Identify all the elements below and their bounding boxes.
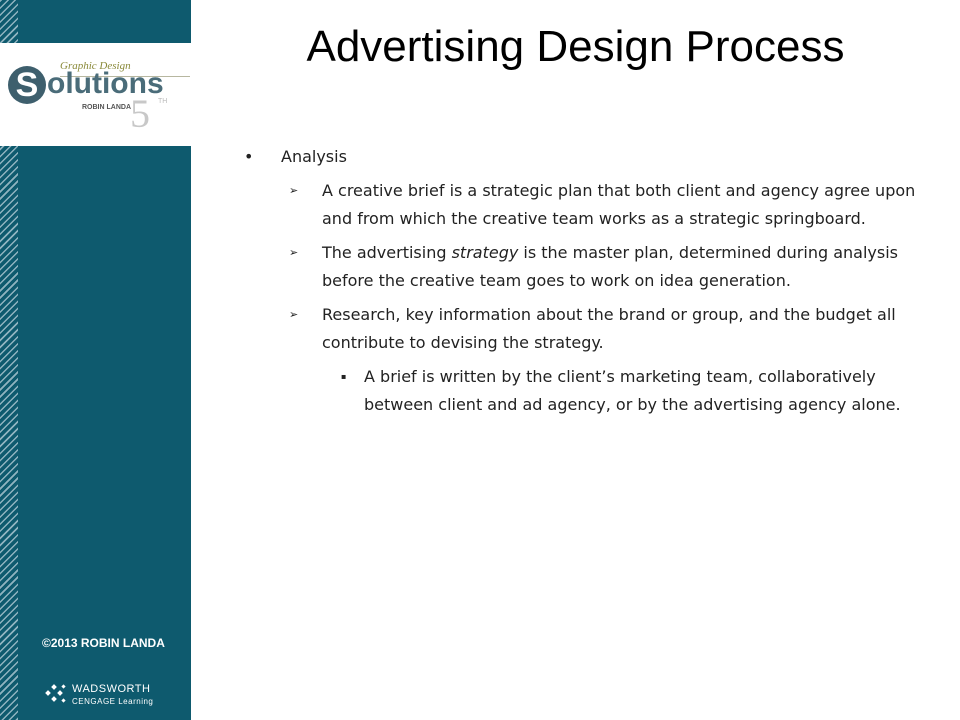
bullet-emphasis: strategy [451, 243, 519, 262]
arrow-bullet-icon: ➢ [289, 308, 299, 321]
book-logo: Graphic Design S olutions ROBIN LANDA 5 … [0, 43, 191, 146]
logo-author: ROBIN LANDA [82, 104, 131, 111]
bullet-text: A brief is written by the client’s marke… [364, 367, 901, 414]
copyright-text: ©2013 ROBIN LANDA [42, 636, 165, 650]
logo-initial: S [8, 66, 46, 104]
bullet-text-before: The advertising [322, 243, 452, 262]
bullet-level2: ➢ Research, key information about the br… [244, 301, 934, 357]
bullet-level2: ➢ A creative brief is a strategic plan t… [244, 177, 934, 233]
arrow-bullet-icon: ➢ [289, 246, 299, 259]
bullet-text: Analysis [281, 147, 347, 166]
logo-edition-suffix: TH [158, 98, 168, 105]
square-bullet-icon: ▪ [341, 372, 347, 381]
slide-content: • Analysis ➢ A creative brief is a strat… [244, 145, 934, 425]
bullet-text: A creative brief is a strategic plan tha… [322, 181, 916, 228]
arrow-bullet-icon: ➢ [289, 184, 299, 197]
publisher-subtitle: CENGAGE Learning [72, 697, 154, 706]
bullet-text: Research, key information about the bran… [322, 305, 896, 352]
logo-edition: 5 [130, 91, 150, 136]
bullet-level1: • Analysis [244, 145, 934, 169]
bullet-dot-icon: • [244, 147, 254, 166]
publisher-logo-icon [45, 684, 66, 703]
bullet-level2: ➢ The advertising strategy is the master… [244, 239, 934, 295]
publisher-name: WADSWORTH [72, 683, 151, 695]
bullet-level3: ▪ A brief is written by the client’s mar… [244, 363, 934, 419]
sidebar: Graphic Design S olutions ROBIN LANDA 5 … [0, 0, 191, 720]
bullet-text: The advertising strategy is the master p… [322, 243, 898, 290]
slide-title: Advertising Design Process [306, 22, 845, 71]
